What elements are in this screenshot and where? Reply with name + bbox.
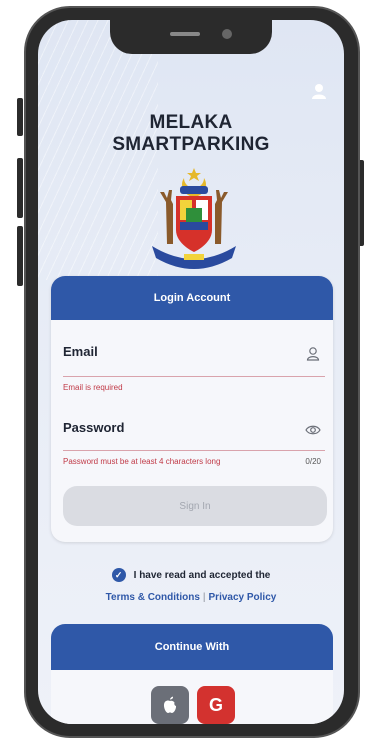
terms-link[interactable]: Terms & Conditions: [106, 592, 200, 603]
password-underline: [63, 450, 325, 451]
app-title: MELAKA SMARTPARKING: [38, 112, 344, 156]
consent-section: ✓ I have read and accepted the Terms & C…: [38, 568, 344, 603]
privacy-link[interactable]: Privacy Policy: [209, 592, 277, 603]
phone-mute-switch: [17, 98, 23, 136]
phone-volume-down: [17, 226, 23, 286]
legal-links: Terms & Conditions | Privacy Policy: [38, 592, 344, 603]
continue-with-header: Continue With: [51, 624, 333, 670]
password-label: Password: [63, 420, 125, 435]
camera-icon: [222, 29, 232, 39]
apple-icon: [163, 696, 177, 713]
app-title-line2: SMARTPARKING: [112, 134, 270, 155]
password-error: Password must be at least 4 characters l…: [63, 457, 221, 466]
consent-checkbox[interactable]: ✓: [111, 568, 126, 582]
app-title-line1: MELAKA: [149, 112, 233, 133]
speaker-icon: [170, 32, 200, 36]
melaka-coat-of-arms-logo: [152, 168, 236, 269]
google-login-button[interactable]: G: [197, 686, 235, 724]
app-screen: MELAKA SMARTPARKING Login Account Email …: [38, 20, 344, 724]
link-separator: |: [202, 592, 206, 603]
password-char-counter: 0/20: [305, 457, 321, 466]
login-card: Login Account Email Email is required Pa…: [51, 276, 333, 542]
email-label: Email: [63, 344, 98, 359]
consent-text: I have read and accepted the: [133, 569, 271, 581]
continue-with-card: Continue With G: [51, 624, 333, 724]
eye-icon[interactable]: [305, 422, 321, 438]
consent-row: ✓ I have read and accepted the: [38, 568, 344, 582]
email-error: Email is required: [63, 383, 123, 392]
profile-icon[interactable]: [310, 82, 328, 100]
phone-notch: [110, 20, 272, 54]
apple-login-button[interactable]: [151, 686, 189, 724]
sign-in-button[interactable]: Sign In: [63, 486, 327, 526]
person-icon: [306, 347, 320, 361]
login-card-header: Login Account: [51, 276, 333, 320]
email-underline: [63, 376, 325, 377]
phone-volume-up: [17, 158, 23, 218]
